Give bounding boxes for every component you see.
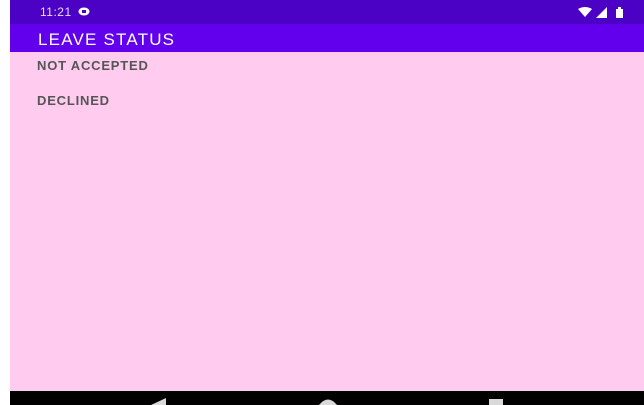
home-icon[interactable] [318, 398, 338, 405]
status-time: 11:21 [40, 5, 72, 19]
wifi-icon [578, 7, 592, 17]
signal-icon [596, 7, 607, 18]
app-bar: LEAVE STATUS [10, 24, 644, 52]
secondary-status-label: DECLINED [37, 93, 110, 108]
battery-icon [616, 7, 623, 18]
primary-status-label: NOT ACCEPTED [37, 58, 149, 73]
notification-icon [78, 7, 90, 16]
status-icons [578, 7, 623, 18]
status-bar: 11:21 [10, 0, 644, 24]
page-title: LEAVE STATUS [38, 30, 176, 49]
leave-status-screen: 11:21 LEAVE STATUS NOT ACCEPTED DECLINED [10, 0, 644, 405]
back-icon[interactable] [148, 398, 168, 405]
recents-icon[interactable] [488, 398, 504, 405]
navigation-bar [10, 391, 644, 405]
